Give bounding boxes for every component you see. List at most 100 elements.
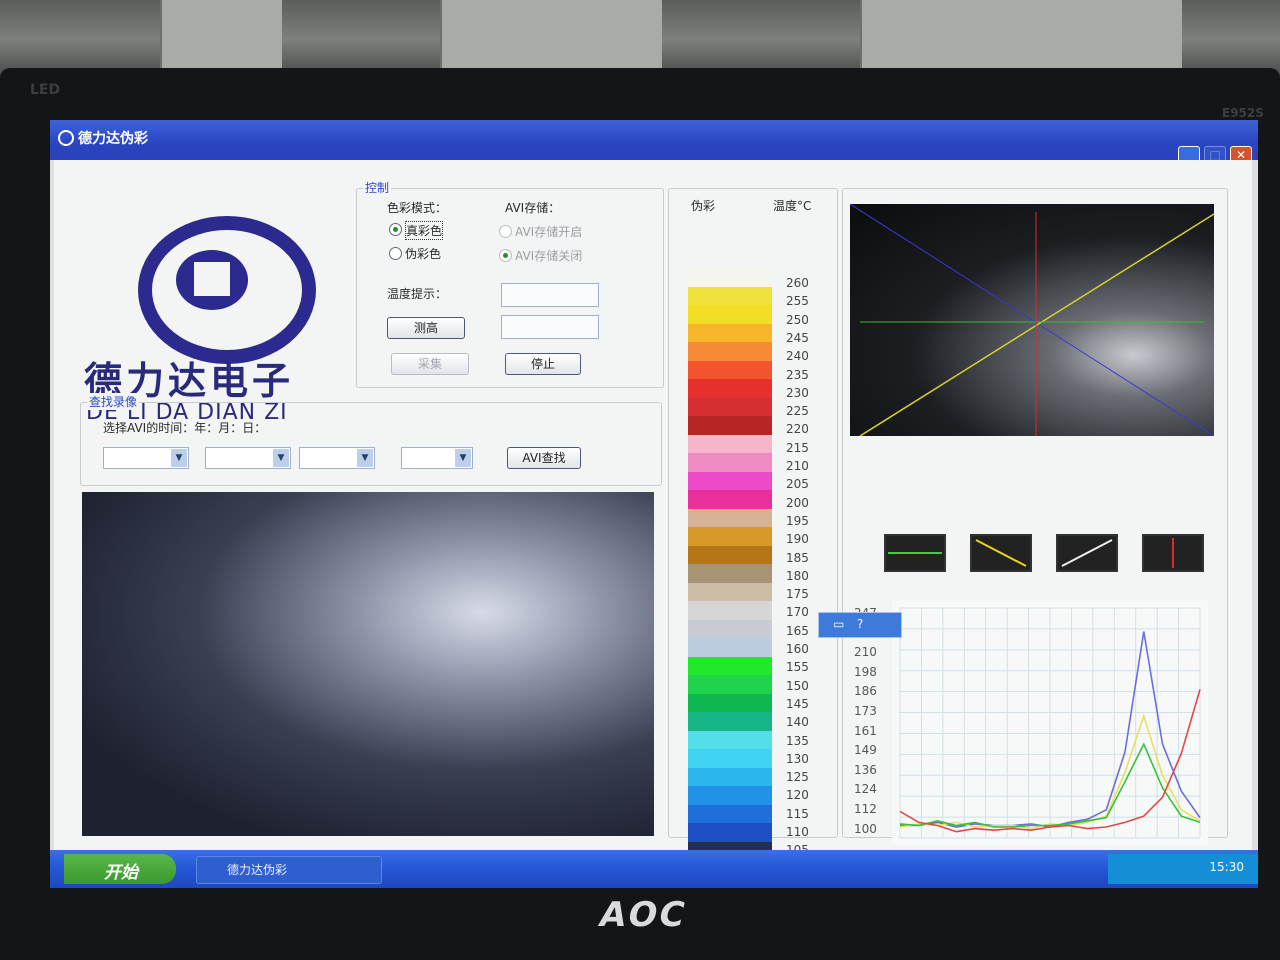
control-group-title: 控制	[363, 179, 392, 196]
month-combo[interactable]: ▼	[205, 447, 291, 469]
day-combo[interactable]: ▼	[299, 447, 375, 469]
monitor-brand-logo: AOC	[595, 895, 691, 935]
temp-prompt-field[interactable]	[501, 283, 599, 307]
floating-toolbar[interactable]: ▭ ?	[818, 612, 902, 638]
temperature-tick-label: 160	[786, 642, 809, 656]
diagonal-white-mode-button[interactable]	[1056, 534, 1118, 572]
chart-y-tick-label: 198	[854, 664, 877, 679]
avi-search-button[interactable]: AVI查找	[507, 447, 581, 469]
true-color-radio[interactable]	[389, 223, 402, 236]
app-icon	[58, 130, 74, 146]
temperature-tick-label: 225	[786, 404, 809, 419]
temperature-tick-label: 205	[786, 477, 809, 492]
temperature-tick-label: 140	[786, 715, 809, 730]
pseudo-color-radio[interactable]	[389, 247, 402, 260]
taskbar-item[interactable]: 德力达伪彩	[196, 856, 382, 884]
screen: 德力达伪彩 _ □ ✕ 德力达电子 DE LI DA DIAN ZI 控制 色彩…	[50, 120, 1258, 888]
chart-y-tick-label: 161	[854, 723, 877, 738]
temperature-tick-label: 180	[786, 568, 809, 583]
measure-button[interactable]: 测高	[387, 317, 465, 339]
true-color-label[interactable]: 真彩色	[405, 221, 444, 240]
palette-color-segment	[688, 823, 772, 842]
taskbar-item-label: 德力达伪彩	[227, 863, 288, 877]
pseudo-color-bar	[688, 268, 772, 860]
color-mode-label: 色彩模式：	[387, 201, 448, 215]
vertical-red-mode-button[interactable]	[1142, 534, 1204, 572]
chart-y-tick-label: 149	[854, 743, 877, 758]
palette-color-segment	[688, 323, 772, 342]
diagonal-yellow-mode-button[interactable]	[970, 534, 1032, 572]
avi-off-radio[interactable]	[499, 249, 512, 262]
temperature-tick-label: 130	[786, 751, 809, 766]
chart-y-tick-label: 136	[854, 762, 877, 777]
palette-color-segment	[688, 601, 772, 620]
temperature-tick-label: 110	[786, 825, 809, 839]
palette-color-segment	[688, 342, 772, 361]
temperature-tick-label: 150	[786, 678, 809, 693]
palette-color-segment	[688, 712, 772, 731]
palette-color-segment	[688, 286, 772, 305]
chart-y-tick-label: 124	[854, 782, 877, 797]
palette-color-segment	[688, 786, 772, 805]
help-icon[interactable]: ?	[857, 617, 863, 631]
keyboard-icon[interactable]: ▭	[833, 617, 844, 631]
temp-prompt-label: 温度提示：	[387, 287, 448, 301]
temperature-tick-label: 255	[786, 294, 809, 309]
temperature-tick-label: 120	[786, 788, 809, 803]
horizontal-line-mode-button[interactable]	[884, 534, 946, 572]
avi-time-label: 选择AVI的时间：年：月：日：	[103, 421, 267, 435]
palette-color-segment	[688, 379, 772, 398]
temperature-tick-label: 200	[786, 495, 809, 510]
window-titlebar[interactable]: 德力达伪彩 _ □ ✕	[50, 120, 1258, 166]
temperature-tick-label: 175	[786, 587, 809, 602]
chevron-down-icon[interactable]: ▼	[357, 449, 373, 467]
palette-color-segment	[688, 434, 772, 453]
avi-on-radio[interactable]	[499, 225, 512, 238]
palette-color-segment	[688, 675, 772, 694]
pseudo-color-label[interactable]: 伪彩色	[405, 245, 441, 262]
temperature-tick-label: 220	[786, 422, 809, 437]
chart-y-tick-label: 100	[854, 821, 877, 836]
temperature-header: 温度°C	[773, 199, 812, 213]
temperature-tick-label: 170	[786, 605, 809, 620]
palette-color-segment	[688, 638, 772, 657]
temperature-tick-label: 125	[786, 770, 809, 785]
temperature-tick-label: 210	[786, 459, 809, 473]
system-tray: 15:30	[1108, 854, 1258, 884]
palette-header: 伪彩	[691, 199, 716, 213]
palette-color-segment	[688, 416, 772, 435]
video-preview	[82, 492, 654, 836]
palette-color-segment	[688, 360, 772, 379]
stop-button[interactable]: 停止	[505, 353, 581, 375]
file-combo[interactable]: ▼	[401, 447, 473, 469]
palette-color-segment	[688, 305, 772, 324]
palette-color-segment	[688, 508, 772, 527]
palette-color-segment	[688, 453, 772, 472]
temperature-tick-label: 165	[786, 623, 809, 638]
temperature-tick-label: 195	[786, 513, 809, 528]
temperature-tick-label: 260	[786, 276, 809, 290]
diagonal-white-mode-line-icon	[1061, 539, 1113, 567]
palette-color-segment	[688, 545, 772, 564]
year-combo[interactable]: ▼	[103, 447, 189, 469]
diagonal-yellow-mode-line-icon	[975, 539, 1027, 567]
main-window-client: 德力达电子 DE LI DA DIAN ZI 控制 色彩模式： 真彩色 伪彩色 …	[54, 160, 1252, 860]
chevron-down-icon[interactable]: ▼	[171, 449, 187, 467]
temperature-tick-label: 235	[786, 367, 809, 382]
capture-button[interactable]: 采集	[391, 353, 469, 375]
avi-on-label[interactable]: AVI存储开启	[515, 223, 582, 240]
temperature-tick-label: 245	[786, 330, 809, 345]
temperature-profile-chart	[892, 600, 1208, 845]
start-button[interactable]: 开始	[64, 854, 176, 884]
crosshair-overlay	[850, 204, 1214, 436]
chevron-down-icon[interactable]: ▼	[273, 449, 289, 467]
avi-off-label[interactable]: AVI存储关闭	[515, 247, 582, 264]
palette-color-segment	[688, 730, 772, 749]
chart-y-tick-label: 173	[854, 704, 877, 718]
search-recording-group: 查找录像 选择AVI的时间：年：月：日： ▼ ▼ ▼ ▼ AVI查找	[80, 393, 662, 486]
palette-color-segment	[688, 471, 772, 490]
measure-value-field[interactable]	[501, 315, 599, 339]
palette-color-segment	[688, 397, 772, 416]
chevron-down-icon[interactable]: ▼	[455, 449, 471, 467]
window-title: 德力达伪彩	[78, 131, 148, 147]
